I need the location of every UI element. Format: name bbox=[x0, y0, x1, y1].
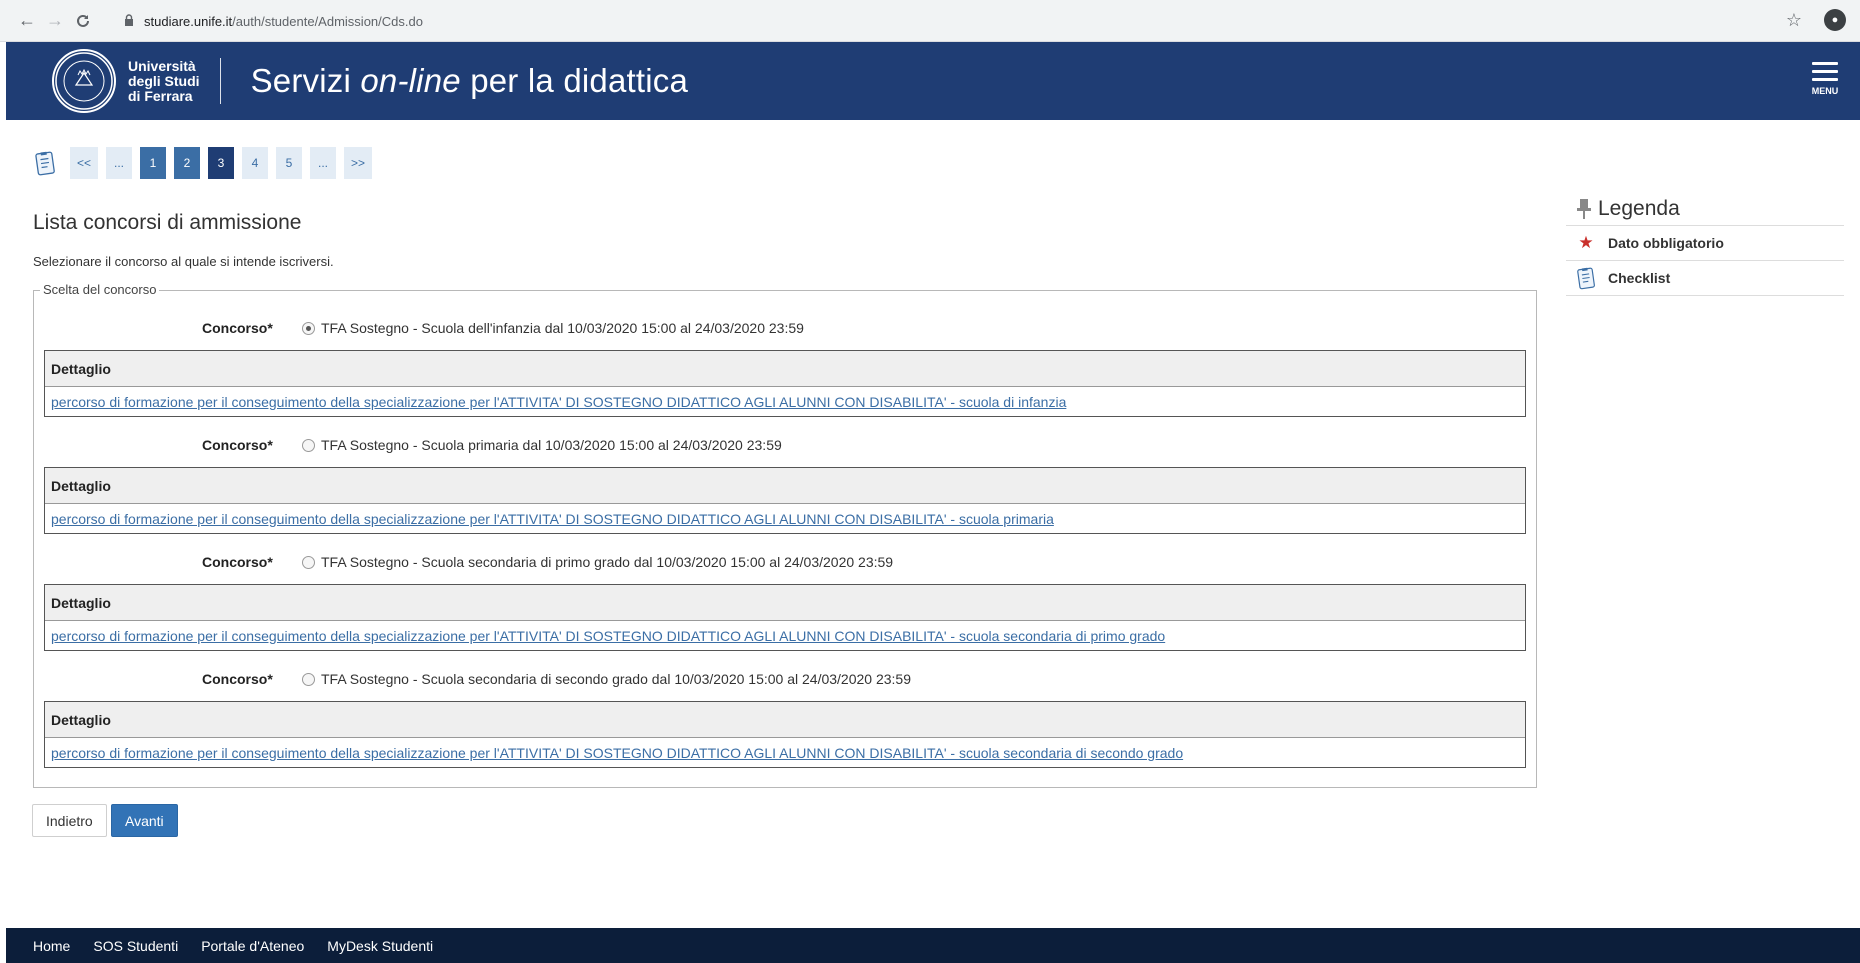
legend-item-label: Checklist bbox=[1608, 270, 1671, 286]
step-pager: << ... 1 2 3 4 5 ... >> bbox=[34, 147, 373, 179]
hamburger-bar bbox=[1812, 78, 1838, 81]
bookmark-star-icon[interactable]: ☆ bbox=[1786, 10, 1802, 31]
site-title-part1: Servizi bbox=[250, 62, 361, 99]
legend-title-text: Legenda bbox=[1598, 196, 1680, 220]
university-name-line2: degli Studi bbox=[128, 72, 200, 89]
required-star-icon: ★ bbox=[1578, 233, 1594, 252]
footer-link-home[interactable]: Home bbox=[33, 938, 70, 954]
site-title-italic: on-line bbox=[360, 62, 461, 99]
pager-ellipsis-start[interactable]: ... bbox=[106, 147, 133, 179]
concorso-radio[interactable] bbox=[302, 321, 315, 335]
pager-step-4[interactable]: 4 bbox=[242, 147, 269, 179]
detail-table: Dettaglio percorso di formazione per il … bbox=[44, 584, 1526, 651]
hamburger-bar bbox=[1812, 70, 1838, 73]
concorso-label: Concorso* bbox=[202, 437, 273, 453]
page-title: Lista concorsi di ammissione bbox=[33, 211, 302, 234]
university-name[interactable]: Università degli Studi di Ferrara bbox=[128, 57, 200, 104]
legend-item-checklist: Checklist bbox=[1566, 261, 1844, 296]
back-arrow-icon[interactable]: ← bbox=[16, 10, 38, 32]
url-path: /auth/studente/Admission/Cds.do bbox=[232, 13, 423, 29]
legend-item-required: ★ Dato obbligatorio bbox=[1566, 226, 1844, 261]
concorso-row: Concorso* TFA Sostegno - Scuola secondar… bbox=[34, 667, 1536, 691]
site-header: Università degli Studi di Ferrara Serviz… bbox=[6, 42, 1860, 120]
footer-link-sos-studenti[interactable]: SOS Studenti bbox=[93, 938, 178, 954]
detail-header: Dettaglio bbox=[45, 702, 1525, 738]
lock-icon bbox=[124, 13, 134, 29]
pager-step-1[interactable]: 1 bbox=[140, 147, 167, 179]
concorso-option-text[interactable]: TFA Sostegno - Scuola secondaria di seco… bbox=[321, 671, 911, 687]
concorso-row: Concorso* TFA Sostegno - Scuola dell'inf… bbox=[34, 316, 1536, 340]
detail-table: Dettaglio percorso di formazione per il … bbox=[44, 467, 1526, 534]
checklist-icon[interactable] bbox=[34, 150, 56, 176]
url-host: studiare.unife.it bbox=[144, 13, 233, 29]
concorso-radio[interactable] bbox=[302, 438, 315, 452]
footer-link-mydesk-studenti[interactable]: MyDesk Studenti bbox=[327, 938, 433, 954]
pager-step-3[interactable]: 3 bbox=[208, 147, 235, 179]
detail-link[interactable]: percorso di formazione per il conseguime… bbox=[51, 511, 1054, 527]
detail-row: percorso di formazione per il conseguime… bbox=[45, 387, 1525, 416]
detail-row: percorso di formazione per il conseguime… bbox=[45, 621, 1525, 650]
profile-avatar-icon[interactable]: ● bbox=[1824, 9, 1846, 31]
pager-step-5[interactable]: 5 bbox=[276, 147, 303, 179]
concorso-label: Concorso* bbox=[202, 671, 273, 687]
detail-header: Dettaglio bbox=[45, 351, 1525, 387]
site-footer: Home SOS Studenti Portale d'Ateneo MyDes… bbox=[6, 928, 1860, 963]
detail-link[interactable]: percorso di formazione per il conseguime… bbox=[51, 628, 1165, 644]
concorso-option-text[interactable]: TFA Sostegno - Scuola dell'infanzia dal … bbox=[321, 320, 804, 336]
university-seal-icon[interactable] bbox=[52, 49, 116, 113]
concorso-radio[interactable] bbox=[302, 672, 315, 686]
pin-icon bbox=[1577, 198, 1591, 219]
legend-title: Legenda bbox=[1566, 192, 1844, 226]
university-name-line3: di Ferrara bbox=[128, 87, 193, 104]
forward-arrow-icon[interactable]: → bbox=[44, 10, 66, 32]
menu-button[interactable]: MENU bbox=[1810, 62, 1840, 96]
back-button[interactable]: Indietro bbox=[32, 804, 107, 837]
concorso-label: Concorso* bbox=[202, 554, 273, 570]
page-subtitle: Selezionare il concorso al quale si inte… bbox=[33, 254, 334, 269]
menu-label: MENU bbox=[1811, 86, 1839, 96]
concorso-radio[interactable] bbox=[302, 555, 315, 569]
pager-ellipsis-end[interactable]: ... bbox=[310, 147, 337, 179]
detail-row: percorso di formazione per il conseguime… bbox=[45, 504, 1525, 533]
university-name-line1: Università bbox=[128, 57, 196, 74]
concorso-option-text[interactable]: TFA Sostegno - Scuola primaria dal 10/03… bbox=[321, 437, 782, 453]
legend-item-label: Dato obbligatorio bbox=[1608, 235, 1724, 251]
checklist-icon bbox=[1574, 266, 1598, 290]
browser-toolbar: ← → studiare.unife.it/auth/studente/Admi… bbox=[0, 0, 1860, 42]
hamburger-icon bbox=[1812, 62, 1838, 65]
pager-first[interactable]: << bbox=[70, 147, 99, 179]
detail-link[interactable]: percorso di formazione per il conseguime… bbox=[51, 394, 1066, 410]
detail-row: percorso di formazione per il conseguime… bbox=[45, 738, 1525, 767]
fieldset-legend: Scelta del concorso bbox=[40, 282, 160, 297]
next-button[interactable]: Avanti bbox=[111, 804, 178, 837]
concorso-row: Concorso* TFA Sostegno - Scuola secondar… bbox=[34, 550, 1536, 574]
pager-last[interactable]: >> bbox=[344, 147, 373, 179]
header-divider bbox=[219, 58, 221, 104]
pager-step-2[interactable]: 2 bbox=[174, 147, 201, 179]
detail-table: Dettaglio percorso di formazione per il … bbox=[44, 350, 1526, 417]
concorso-row: Concorso* TFA Sostegno - Scuola primaria… bbox=[34, 433, 1536, 457]
footer-link-portale-ateneo[interactable]: Portale d'Ateneo bbox=[201, 938, 304, 954]
concorso-label: Concorso* bbox=[202, 320, 273, 336]
reload-glyph bbox=[77, 14, 89, 27]
reload-icon[interactable] bbox=[72, 10, 94, 32]
detail-header: Dettaglio bbox=[45, 585, 1525, 621]
concorso-option-text[interactable]: TFA Sostegno - Scuola secondaria di prim… bbox=[321, 554, 893, 570]
legend-panel: Legenda ★ Dato obbligatorio Checklist bbox=[1566, 192, 1844, 296]
site-title[interactable]: Servizi on-line per la didattica bbox=[251, 62, 688, 100]
detail-header: Dettaglio bbox=[45, 468, 1525, 504]
concorso-fieldset: Scelta del concorso Concorso* TFA Sosteg… bbox=[33, 282, 1537, 788]
seal-graphic bbox=[55, 52, 113, 110]
address-bar[interactable]: studiare.unife.it/auth/studente/Admissio… bbox=[112, 8, 1792, 34]
detail-table: Dettaglio percorso di formazione per il … bbox=[44, 701, 1526, 768]
site-title-part2: per la didattica bbox=[460, 62, 689, 99]
detail-link[interactable]: percorso di formazione per il conseguime… bbox=[51, 745, 1183, 761]
